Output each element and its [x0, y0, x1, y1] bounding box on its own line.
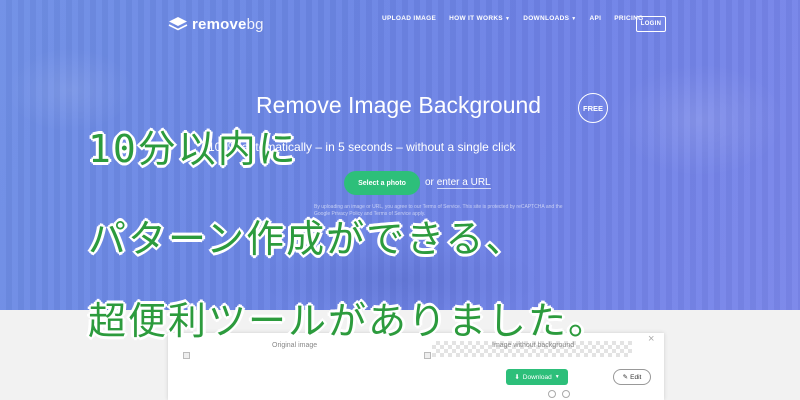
nav-api[interactable]: API	[589, 15, 601, 22]
result-image	[424, 352, 431, 359]
url-option: or enter a URL	[425, 177, 491, 189]
logo-text: removebg	[192, 15, 264, 33]
free-badge: FREE	[578, 93, 608, 123]
logo[interactable]: removebg	[168, 14, 264, 34]
chevron-down-icon: ▼	[504, 15, 511, 22]
thumbs-down-icon[interactable]	[562, 390, 570, 398]
chevron-down-icon: ▼	[571, 15, 577, 22]
page-title: Remove Image Background	[256, 92, 542, 118]
enter-url-link[interactable]: enter a URL	[436, 177, 491, 189]
login-button[interactable]: LOGIN	[636, 16, 666, 32]
nav-upload-image[interactable]: UPLOAD IMAGE	[382, 15, 436, 22]
rating-icons	[548, 390, 570, 398]
layers-icon	[168, 17, 188, 31]
overlay-caption-line-2: パターン作成ができる、	[88, 217, 526, 261]
chevron-down-icon: ▼	[554, 374, 560, 380]
download-button[interactable]: ⬇ Download ▼	[506, 369, 568, 385]
overlay-caption-line-1: 10分以内に	[88, 127, 298, 171]
nav-downloads[interactable]: DOWNLOADS ▼	[523, 15, 576, 22]
pencil-icon: ✎	[622, 374, 629, 381]
overlay-caption-line-3: 超便利ツールがありました。	[88, 299, 609, 343]
download-icon: ⬇	[514, 374, 520, 381]
original-image	[183, 352, 190, 359]
edit-button[interactable]: ✎ Edit	[613, 369, 651, 385]
thumbs-up-icon[interactable]	[548, 390, 556, 398]
close-icon[interactable]: ×	[648, 333, 654, 345]
nav-how-it-works[interactable]: HOW IT WORKS ▼	[449, 15, 510, 22]
main-nav: UPLOAD IMAGE HOW IT WORKS ▼ DOWNLOADS ▼ AP…	[382, 15, 656, 22]
select-photo-button[interactable]: Select a photo	[344, 171, 420, 195]
